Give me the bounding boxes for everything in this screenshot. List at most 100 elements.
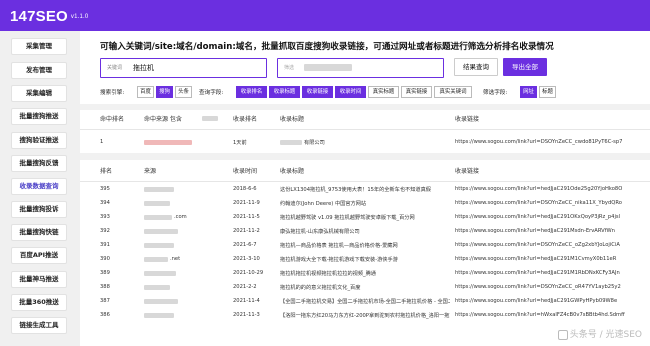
row-rank: 391 bbox=[100, 242, 110, 248]
sidebar-item-link-tool[interactable]: 链接生成工具 bbox=[11, 317, 67, 334]
summary-header-hit-source: 命中来源 包含 bbox=[144, 116, 182, 123]
query-chip-link[interactable]: 收录链接 bbox=[302, 86, 333, 98]
engine-chip-sogou[interactable]: 搜狗 bbox=[156, 86, 173, 98]
filter-field-label: 筛选字段: bbox=[483, 90, 508, 96]
results-header-title: 收录标题 bbox=[280, 168, 305, 175]
row-rank: 394 bbox=[100, 200, 110, 206]
sidebar-item-sogou-feedback[interactable]: 批量搜狗反馈 bbox=[11, 155, 67, 172]
sidebar-item-sogou-verify[interactable]: 搜狗验证推送 bbox=[11, 132, 67, 149]
redacted-source bbox=[144, 313, 174, 318]
query-chip-real-title[interactable]: 真实标题 bbox=[368, 86, 399, 98]
row-title: 拖拉机的的的意义拖拉机文化_百度 bbox=[280, 285, 361, 291]
row-time: 2018-6-6 bbox=[233, 186, 257, 192]
results-divider bbox=[80, 153, 650, 160]
sidebar: 采集管理 发布管理 采集编辑 批量搜狗推送 搜狗验证推送 批量搜狗反馈 收录数据… bbox=[0, 31, 80, 346]
row-time: 2021-11-3 bbox=[233, 312, 260, 318]
engine-chip-baidu[interactable]: 百度 bbox=[137, 86, 154, 98]
results-header-link: 收录链接 bbox=[455, 168, 480, 175]
sidebar-item-baidu-api[interactable]: 百度API推送 bbox=[11, 247, 67, 264]
app-logo[interactable]: 147SEO v1.1.0 bbox=[10, 8, 88, 25]
redacted-source bbox=[144, 215, 172, 220]
row-source: .net bbox=[170, 256, 181, 262]
app-version: v1.1.0 bbox=[70, 14, 89, 21]
row-time: 2021-11-9 bbox=[233, 200, 260, 206]
sidebar-item-index-query[interactable]: 收录数据查询 bbox=[11, 178, 67, 195]
sidebar-item-publish[interactable]: 发布管理 bbox=[11, 62, 67, 79]
redacted-source bbox=[144, 187, 174, 192]
filter-field[interactable]: 筛选 bbox=[277, 58, 444, 78]
redacted-hit-source bbox=[202, 116, 218, 121]
query-chip-time[interactable]: 收录时间 bbox=[335, 86, 366, 98]
query-result-button[interactable]: 结果查询 bbox=[454, 58, 498, 76]
top-bar: 147SEO v1.1.0 bbox=[0, 0, 650, 31]
app-title: 147SEO bbox=[10, 8, 68, 25]
row-title: 康弘拖拉机-山东康弘机械有限公司 bbox=[280, 229, 360, 235]
page-headline: 可输入关键词/site:域名/domain:域名，批量抓取百度搜狗收录链接，可通… bbox=[100, 42, 554, 52]
row-link[interactable]: https://www.sogou.com/link?url=hWxalFZ4c… bbox=[455, 312, 647, 318]
sidebar-item-sogou-push[interactable]: 批量搜狗推送 bbox=[11, 108, 67, 125]
sidebar-item-sogou-complaint[interactable]: 批量搜狗投诉 bbox=[11, 201, 67, 218]
sidebar-item-collect[interactable]: 采集管理 bbox=[11, 38, 67, 55]
sidebar-item-sogou-quicklink[interactable]: 批量搜狗快链 bbox=[11, 224, 67, 241]
results-header-time: 收录时间 bbox=[233, 168, 258, 175]
summary-header-hit-rank: 命中排名 bbox=[100, 116, 125, 123]
row-time: 2021-6-7 bbox=[233, 242, 257, 248]
filter-row: 搜索引擎: 百度 搜狗 头条 查询字段: 收录排名 收录标题 收录链接 收录时间… bbox=[100, 86, 650, 98]
filter-field-placeholder: 筛选 bbox=[284, 65, 295, 71]
row-rank: 395 bbox=[100, 186, 110, 192]
query-chip-title[interactable]: 收录标题 bbox=[269, 86, 300, 98]
row-rank: 387 bbox=[100, 298, 110, 304]
row-link[interactable]: https://www.sogou.com/link?url=DSOYnZeCC… bbox=[455, 284, 647, 290]
engine-label: 搜索引擎: bbox=[100, 90, 125, 96]
results-header-source: 来源 bbox=[144, 168, 157, 175]
keyword-field[interactable]: 关键词 拖拉机 bbox=[100, 58, 267, 78]
redacted-filter-value bbox=[304, 64, 352, 71]
sidebar-item-shenma-push[interactable]: 批量神马推送 bbox=[11, 271, 67, 288]
query-chip-rank[interactable]: 收录排名 bbox=[236, 86, 267, 98]
row-title: 拖拉机—商品价格表 拖拉机—商品价格价格-爱藏网 bbox=[280, 243, 398, 249]
keyword-field-value: 拖拉机 bbox=[133, 64, 154, 72]
row-link[interactable]: https://www.sogou.com/link?url=hedJjaC29… bbox=[455, 214, 647, 220]
row-title: 【全国二手拖拉机交易】全国二手拖拉机市场-全国二手拖拉机价格 - 全国二 bbox=[280, 299, 450, 305]
row-title: 这份LX1304拖拉机_9753使用大表！15年的全新车也不知道真假 bbox=[280, 187, 431, 193]
summary-header-title: 收录标题 bbox=[280, 116, 305, 123]
sidebar-item-360-push[interactable]: 批量360推送 bbox=[11, 294, 67, 311]
redacted-summary-source bbox=[144, 140, 192, 145]
row-title: 约翰迪尔(John Deere) 中国官方网站 bbox=[280, 201, 367, 207]
row-link[interactable]: https://www.sogou.com/link?url=hedJjaC29… bbox=[455, 270, 647, 276]
row-link[interactable]: https://www.sogou.com/link?url=hedJjaC29… bbox=[455, 186, 647, 192]
query-chip-real-link[interactable]: 真实链接 bbox=[401, 86, 432, 98]
main-panel: 可输入关键词/site:域名/domain:域名，批量抓取百度搜狗收录链接，可通… bbox=[80, 31, 650, 346]
filter-chip-title[interactable]: 标题 bbox=[539, 86, 556, 98]
redacted-source bbox=[144, 285, 170, 290]
sidebar-item-edit[interactable]: 采集编辑 bbox=[11, 85, 67, 102]
row-link[interactable]: https://www.sogou.com/link?url=DSOYnZeCC… bbox=[455, 200, 647, 206]
watermark-text: 头条号 / 光速SEO bbox=[569, 330, 642, 340]
filter-chip-url[interactable]: 网址 bbox=[520, 86, 537, 98]
summary-header-rule bbox=[80, 129, 650, 130]
redacted-source bbox=[144, 271, 176, 276]
redacted-source bbox=[144, 229, 178, 234]
row-title: 拖拉机越野驾驶 v1.09 拖拉机越野驾驶安卓版下载_百分网 bbox=[280, 215, 415, 221]
results-header-rule bbox=[80, 181, 650, 182]
redacted-source bbox=[144, 201, 170, 206]
row-link[interactable]: https://www.sogou.com/link?url=DSOYnZeCC… bbox=[455, 242, 647, 248]
query-chip-real-keyword[interactable]: 真实关键词 bbox=[434, 86, 472, 98]
section-divider bbox=[80, 104, 650, 110]
row-time: 2021-10-29 bbox=[233, 270, 264, 276]
row-rank: 392 bbox=[100, 228, 110, 234]
engine-chip-toutiao[interactable]: 头条 bbox=[175, 86, 192, 98]
summary-link[interactable]: https://www.sogou.com/link?url=DSOYnZeCC… bbox=[455, 139, 647, 145]
row-rank: 390 bbox=[100, 256, 110, 262]
summary-header-ranking: 收录排名 bbox=[233, 116, 258, 123]
export-all-button[interactable]: 导出全部 bbox=[503, 58, 547, 76]
row-link[interactable]: https://www.sogou.com/link?url=hedJjaC29… bbox=[455, 228, 647, 234]
results-header-rank: 排名 bbox=[100, 168, 113, 175]
row-rank: 386 bbox=[100, 312, 110, 318]
row-time: 2021-11-2 bbox=[233, 228, 260, 234]
row-link[interactable]: https://www.sogou.com/link?url=hedJjaC29… bbox=[455, 256, 647, 262]
row-link[interactable]: https://www.sogou.com/link?url=hedJjaC29… bbox=[455, 298, 647, 304]
redacted-source bbox=[144, 243, 174, 248]
row-time: 2021-11-4 bbox=[233, 298, 260, 304]
redacted-summary-title bbox=[280, 140, 302, 145]
